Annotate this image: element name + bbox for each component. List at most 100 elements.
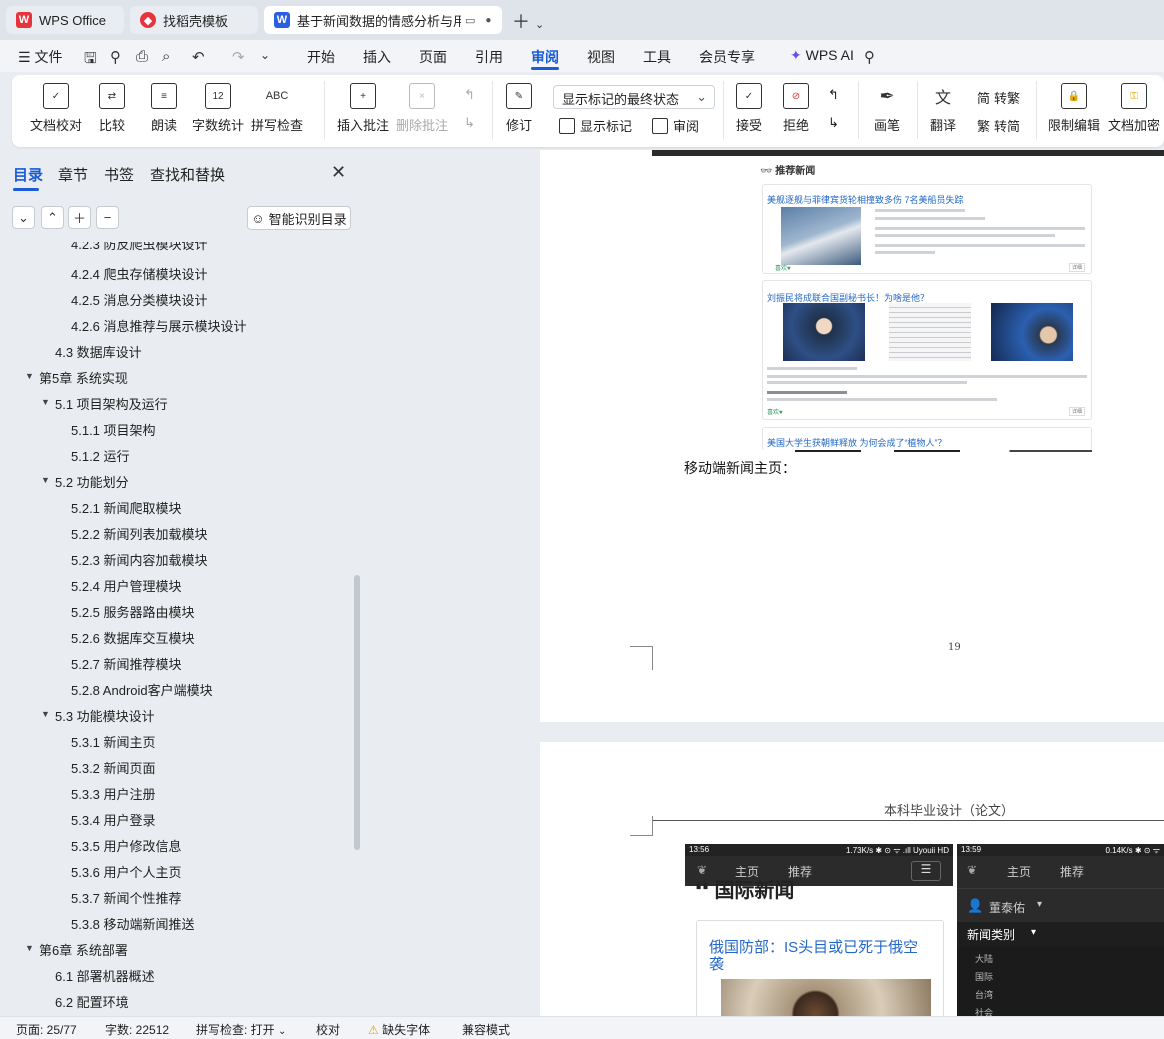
- doc-check-button[interactable]: ✓ 文档校对: [30, 83, 82, 134]
- toc-item[interactable]: 4.2.4 爬虫存储模块设计: [71, 264, 208, 283]
- word-count[interactable]: 字数: 22512: [105, 1021, 169, 1038]
- expand-triangle-icon[interactable]: ▼: [41, 709, 50, 719]
- menu-member[interactable]: 会员专享: [699, 47, 755, 67]
- compare-button[interactable]: ⇄ 比较: [99, 83, 125, 134]
- new-tab-button[interactable]: ＋ ⌄: [512, 8, 544, 34]
- category-item[interactable]: 社会: [975, 1006, 993, 1016]
- phone-user-row[interactable]: 👤 董泰佑 ▾: [957, 888, 1164, 922]
- tab-wps-office[interactable]: W WPS Office: [6, 6, 124, 34]
- collapse-up-button[interactable]: ⌃: [41, 206, 64, 229]
- unsaved-dot-icon[interactable]: ●: [485, 15, 491, 26]
- close-icon[interactable]: ✕: [331, 162, 346, 183]
- tab-current-document[interactable]: W 基于新闻数据的情感分析与用户 ▭ ●: [264, 6, 502, 34]
- category-item[interactable]: 台湾: [975, 988, 993, 1001]
- menu-review[interactable]: 审阅: [531, 47, 559, 67]
- toc-item[interactable]: 4.2.6 消息推荐与展示模块设计: [71, 316, 247, 335]
- toc-item[interactable]: 5.2.1 新闻爬取模块: [71, 498, 182, 517]
- category-item[interactable]: 国际: [975, 970, 993, 983]
- like-label[interactable]: 喜欢♥: [775, 263, 791, 272]
- toc-item[interactable]: 5.2.5 服务器路由模块: [71, 602, 195, 621]
- proofread-status[interactable]: 校对: [316, 1021, 340, 1038]
- toc-item[interactable]: 第5章 系统实现: [39, 368, 128, 387]
- toc-item[interactable]: 5.3.4 用户登录: [71, 810, 156, 829]
- next-comment-icon[interactable]: ↳: [464, 115, 475, 131]
- tab-find-replace[interactable]: 查找和替换: [150, 164, 225, 185]
- quick-access-chevron-icon[interactable]: ⌄: [260, 48, 270, 62]
- revise-button[interactable]: ✎ 修订: [506, 83, 532, 134]
- toc-item[interactable]: 5.3.7 新闻个性推荐: [71, 888, 182, 907]
- spell-check-button[interactable]: ABC 拼写检查: [251, 83, 303, 134]
- expand-triangle-icon[interactable]: ▼: [25, 371, 34, 381]
- toc-item[interactable]: 5.2.6 数据库交互模块: [71, 628, 195, 647]
- redo-icon[interactable]: ↷: [232, 48, 245, 66]
- read-aloud-button[interactable]: ≡ 朗读: [151, 83, 177, 134]
- toc-item[interactable]: 5.2.3 新闻内容加载模块: [71, 550, 208, 569]
- toc-item[interactable]: 5.3.8 移动端新闻推送: [71, 914, 195, 933]
- toc-item[interactable]: 5.3.5 用户修改信息: [71, 836, 182, 855]
- remove-heading-button[interactable]: −: [96, 206, 119, 229]
- share-icon[interactable]: ⚲: [110, 48, 121, 66]
- menu-insert[interactable]: 插入: [363, 47, 391, 67]
- toc-item[interactable]: 5.3.3 用户注册: [71, 784, 156, 803]
- pen-button[interactable]: ✒ 画笔: [874, 83, 900, 134]
- prev-comment-icon[interactable]: ↰: [464, 87, 475, 103]
- print-icon[interactable]: ⎙: [136, 48, 148, 65]
- expand-triangle-icon[interactable]: ▼: [41, 397, 50, 407]
- toc-item[interactable]: 4.3 数据库设计: [55, 342, 142, 361]
- toc-scrollbar[interactable]: [354, 575, 360, 850]
- restrict-edit-button[interactable]: 🔒 限制编辑: [1048, 83, 1100, 134]
- accept-button[interactable]: ✓ 接受: [736, 83, 762, 134]
- page-indicator[interactable]: 页面: 25/77: [16, 1021, 77, 1038]
- toc-item[interactable]: 4.2.3 防反爬虫模块设计: [71, 242, 208, 253]
- print-preview-icon[interactable]: ⌕: [162, 48, 170, 65]
- show-markup-button[interactable]: 显示标记: [559, 116, 632, 135]
- next-change-icon[interactable]: ↳: [828, 115, 839, 131]
- menu-start[interactable]: 开始: [307, 47, 335, 67]
- missing-font-status[interactable]: ⚠ 缺失字体: [368, 1021, 430, 1038]
- hamburger-icon[interactable]: ☰: [911, 861, 941, 881]
- toc-item[interactable]: 5.1 项目架构及运行: [55, 394, 168, 413]
- review-pane-button[interactable]: 审阅: [652, 116, 699, 135]
- add-heading-button[interactable]: ＋: [68, 206, 91, 229]
- display-mode-dropdown[interactable]: 显示标记的最终状态 ⌄: [553, 85, 715, 109]
- tab-bookmarks[interactable]: 书签: [104, 164, 134, 185]
- menu-reference[interactable]: 引用: [475, 47, 503, 67]
- toc-item[interactable]: 第6章 系统部署: [39, 940, 128, 959]
- tab-docer-templates[interactable]: ◆ 找稻壳模板: [130, 6, 258, 34]
- toc-item[interactable]: 5.1.1 项目架构: [71, 420, 156, 439]
- toc-item[interactable]: 6.1 部署机器概述: [55, 966, 155, 985]
- toc-item[interactable]: 5.3.2 新闻页面: [71, 758, 156, 777]
- word-count-button[interactable]: 12 字数统计: [192, 83, 244, 134]
- smart-toc-button[interactable]: ☺ 智能识别目录: [247, 206, 351, 230]
- search-icon[interactable]: ⚲: [864, 48, 875, 66]
- tab-chapters[interactable]: 章节: [58, 164, 88, 185]
- expand-triangle-icon[interactable]: ▼: [41, 475, 50, 485]
- file-menu[interactable]: ☰ 文件: [18, 47, 62, 67]
- like-label[interactable]: 喜欢♥: [767, 407, 783, 416]
- toc-item[interactable]: 5.3 功能模块设计: [55, 706, 155, 725]
- toc-item[interactable]: 5.3.6 用户个人主页: [71, 862, 182, 881]
- prev-change-icon[interactable]: ↰: [828, 87, 839, 103]
- translate-button[interactable]: 文 翻译: [930, 83, 956, 134]
- phone-nav-home[interactable]: 主页: [1007, 863, 1031, 880]
- spell-check-status[interactable]: 拼写检查: 打开 ⌄: [196, 1021, 286, 1038]
- phone-nav-recommend[interactable]: 推荐: [1060, 863, 1084, 880]
- to-simplified-button[interactable]: 繁 转简: [977, 116, 1020, 135]
- expand-triangle-icon[interactable]: ▼: [25, 943, 34, 953]
- toc-item[interactable]: 6.2 配置环境: [55, 992, 129, 1011]
- toc-item[interactable]: 5.2 功能划分: [55, 472, 129, 491]
- doc-encrypt-button[interactable]: ⚿ 文档加密: [1108, 83, 1160, 134]
- toc-item[interactable]: 4.2.5 消息分类模块设计: [71, 290, 208, 309]
- detail-button[interactable]: 详细: [1068, 407, 1085, 416]
- toc-item[interactable]: 5.2.8 Android客户端模块: [71, 680, 213, 699]
- toc-item[interactable]: 5.2.2 新闻列表加载模块: [71, 524, 208, 543]
- delete-comment-button[interactable]: × 删除批注: [396, 83, 448, 134]
- reject-button[interactable]: ⊘ 拒绝: [783, 83, 809, 134]
- wps-ai-button[interactable]: ✦ WPS AI: [790, 47, 854, 64]
- menu-view[interactable]: 视图: [587, 47, 615, 67]
- menu-page[interactable]: 页面: [419, 47, 447, 67]
- toc-item[interactable]: 5.2.7 新闻推荐模块: [71, 654, 182, 673]
- menu-tools[interactable]: 工具: [643, 47, 671, 67]
- toc-item[interactable]: 5.2.4 用户管理模块: [71, 576, 182, 595]
- phone-category-header[interactable]: 新闻类别 ▾: [957, 922, 1164, 946]
